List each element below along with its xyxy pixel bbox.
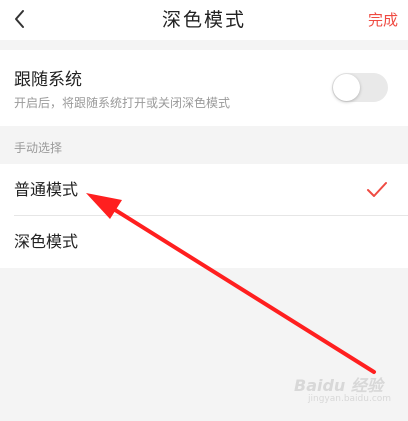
watermark-url: jingyan.baidu.com (308, 394, 392, 404)
option-label: 深色模式 (14, 232, 79, 251)
done-button[interactable]: 完成 (368, 0, 398, 40)
follow-system-row: 跟随系统 开启后，将跟随系统打开或关闭深色模式 (0, 50, 408, 126)
option-dark-mode[interactable]: 深色模式 (0, 216, 408, 268)
checkmark-icon (367, 182, 387, 197)
nav-bar: 深色模式 完成 (0, 0, 408, 40)
mode-options-list: 普通模式 深色模式 (0, 164, 408, 268)
follow-system-description: 开启后，将跟随系统打开或关闭深色模式 (14, 96, 231, 110)
watermark-brand: Baidu 经验 (294, 376, 383, 395)
option-normal-mode[interactable]: 普通模式 (0, 164, 408, 216)
follow-system-toggle[interactable] (332, 73, 388, 102)
page-title: 深色模式 (161, 9, 246, 31)
follow-system-title: 跟随系统 (14, 70, 82, 90)
toggle-knob (333, 74, 360, 101)
manual-section-label: 手动选择 (14, 141, 63, 155)
baidu-watermark: Baidu 经验 jingyan.baidu.com (278, 372, 392, 414)
option-label: 普通模式 (14, 180, 79, 199)
